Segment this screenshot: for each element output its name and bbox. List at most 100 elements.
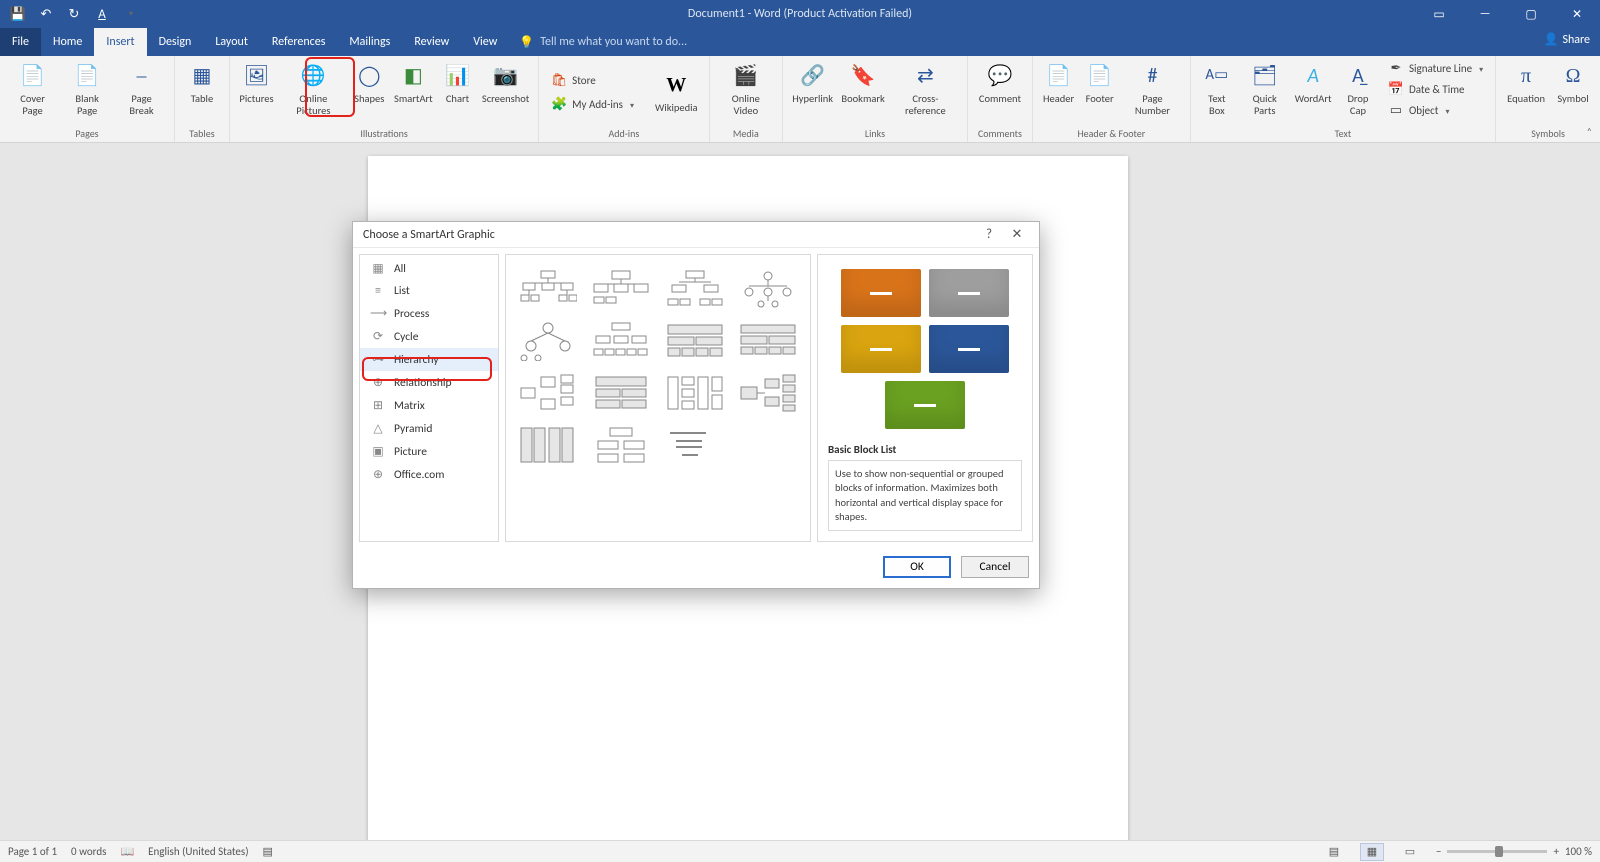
page-number-button[interactable]: #Page Number — [1121, 58, 1184, 120]
view-read-mode[interactable]: ▤ — [1322, 843, 1346, 861]
category-pyramid[interactable]: △Pyramid — [360, 417, 498, 440]
group-comments: 💬Comment Comments — [968, 56, 1033, 142]
minimize-button[interactable]: — — [1462, 0, 1508, 28]
layout-preview: Basic Block List Use to show non-sequent… — [817, 254, 1033, 542]
redo-button[interactable]: ↻ — [62, 2, 86, 26]
tab-review[interactable]: Review — [402, 28, 461, 56]
textbox-button[interactable]: A▭Text Box — [1197, 58, 1237, 120]
shapes-button[interactable]: ◯Shapes — [350, 58, 389, 108]
layout-architecture[interactable] — [590, 425, 654, 465]
chart-button[interactable]: 📊Chart — [438, 58, 477, 108]
maximize-button[interactable]: ▢ — [1508, 0, 1554, 28]
equation-button[interactable]: πEquation — [1502, 58, 1550, 108]
status-language[interactable]: English (United States) — [148, 845, 248, 858]
footer-button[interactable]: 📄Footer — [1080, 58, 1119, 108]
hyperlink-button[interactable]: 🔗Hyperlink — [789, 58, 836, 108]
layout-hierarchy-list[interactable] — [737, 321, 801, 361]
view-web-layout[interactable]: ▭ — [1398, 843, 1422, 861]
tab-design[interactable]: Design — [147, 28, 204, 56]
blank-page-button[interactable]: 📄Blank Page — [61, 58, 113, 120]
proofing-icon[interactable]: 📖 — [120, 845, 134, 858]
layout-half-circle-org-chart[interactable] — [663, 269, 727, 309]
cancel-button[interactable]: Cancel — [961, 556, 1029, 578]
view-print-layout[interactable]: ▦ — [1360, 843, 1384, 861]
online-pictures-button[interactable]: 🌐Online Pictures — [279, 58, 348, 120]
tab-mailings[interactable]: Mailings — [337, 28, 402, 56]
layout-organization-chart[interactable] — [516, 269, 580, 309]
video-icon: 🎬 — [730, 61, 762, 91]
zoom-level[interactable]: 100 % — [1565, 845, 1592, 858]
layout-lined-list[interactable] — [516, 425, 580, 465]
comment-button[interactable]: 💬Comment — [974, 58, 1026, 108]
category-picture[interactable]: ▣Picture — [360, 440, 498, 463]
tab-references[interactable]: References — [260, 28, 338, 56]
symbol-icon: Ω — [1557, 61, 1589, 91]
pictures-button[interactable]: 🖼Pictures — [236, 58, 277, 108]
tab-insert[interactable]: Insert — [94, 28, 146, 56]
layout-table-hierarchy[interactable] — [663, 321, 727, 361]
layout-hierarchy[interactable] — [516, 321, 580, 361]
my-addins-button[interactable]: 🧩My Add-ins — [545, 95, 640, 115]
category-list[interactable]: ≡List — [360, 280, 498, 302]
symbol-button[interactable]: ΩSymbol — [1552, 58, 1594, 108]
online-video-button[interactable]: 🎬Online Video — [716, 58, 776, 120]
smartart-button[interactable]: ◧SmartArt — [391, 58, 436, 108]
zoom-controls: − + 100 % — [1436, 845, 1592, 858]
layout-thumbnails — [505, 254, 811, 542]
quick-parts-button[interactable]: 🗂Quick Parts — [1239, 58, 1290, 120]
category-process[interactable]: ⟶Process — [360, 302, 498, 325]
signature-line-button[interactable]: ✒Signature Line — [1382, 58, 1489, 78]
textbox-icon: A▭ — [1201, 61, 1233, 91]
tab-layout[interactable]: Layout — [203, 28, 260, 56]
category-all[interactable]: ▦All — [360, 257, 498, 280]
status-words[interactable]: 0 words — [71, 845, 106, 858]
layout-horizontal-org-chart[interactable] — [590, 373, 654, 413]
layout-text-hierarchy[interactable] — [663, 425, 727, 465]
header-button[interactable]: 📄Header — [1039, 58, 1078, 108]
table-button[interactable]: ▦Table — [181, 58, 223, 108]
tell-me-search[interactable]: 💡 Tell me what you want to do... — [509, 28, 697, 56]
share-button[interactable]: 👤 Share — [1543, 32, 1590, 47]
category-hierarchy[interactable]: ⊶Hierarchy — [360, 348, 498, 371]
tab-home[interactable]: Home — [41, 28, 94, 56]
status-page[interactable]: Page 1 of 1 — [8, 845, 57, 858]
cover-page-button[interactable]: 📄Cover Page — [6, 58, 59, 120]
ok-button[interactable]: OK — [883, 556, 951, 578]
macro-icon[interactable]: ▤ — [263, 845, 273, 858]
dialog-close-button[interactable]: ✕ — [1003, 223, 1031, 247]
collapse-ribbon-button[interactable]: ˄ — [1587, 125, 1592, 138]
text-highlight-button[interactable]: A — [90, 2, 114, 26]
layout-labeled-hierarchy[interactable] — [590, 321, 654, 361]
wikipedia-button[interactable]: WWikipedia — [650, 67, 703, 117]
dropcap-button[interactable]: A̲Drop Cap — [1336, 58, 1380, 120]
dialog-titlebar[interactable]: Choose a SmartArt Graphic ? ✕ — [353, 222, 1039, 248]
wordart-button[interactable]: AWordArt — [1292, 58, 1334, 108]
qat-customize-button[interactable] — [118, 2, 142, 26]
zoom-slider[interactable] — [1447, 850, 1547, 853]
category-officecom[interactable]: ⊕Office.com — [360, 463, 498, 486]
tab-file[interactable]: File — [0, 28, 41, 56]
save-button[interactable]: 💾 — [6, 2, 30, 26]
layout-horizontal-hierarchy[interactable] — [516, 373, 580, 413]
category-cycle[interactable]: ⟳Cycle — [360, 325, 498, 348]
category-matrix[interactable]: ⊞Matrix — [360, 394, 498, 417]
tab-view[interactable]: View — [461, 28, 509, 56]
layout-circle-picture-hierarchy[interactable] — [737, 269, 801, 309]
dialog-help-button[interactable]: ? — [975, 223, 1003, 247]
object-button[interactable]: ▭Object — [1382, 100, 1489, 120]
page-break-button[interactable]: ⎯Page Break — [115, 58, 168, 120]
zoom-out-button[interactable]: − — [1436, 845, 1441, 858]
category-relationship[interactable]: ⊕Relationship — [360, 371, 498, 394]
zoom-in-button[interactable]: + — [1553, 845, 1558, 858]
store-button[interactable]: 🛍Store — [545, 71, 640, 91]
bookmark-button[interactable]: 🔖Bookmark — [838, 58, 888, 108]
close-button[interactable]: ✕ — [1554, 0, 1600, 28]
layout-horizontal-multi-level[interactable] — [663, 373, 727, 413]
undo-button[interactable]: ↶ — [34, 2, 58, 26]
cross-reference-button[interactable]: ⇄Cross-reference — [890, 58, 961, 120]
layout-name-title-org-chart[interactable] — [590, 269, 654, 309]
screenshot-button[interactable]: 📷Screenshot — [479, 58, 532, 108]
layout-horizontal-labeled-hierarchy[interactable] — [737, 373, 801, 413]
ribbon-display-options-button[interactable]: ▭ — [1416, 0, 1462, 28]
date-time-button[interactable]: 📅Date & Time — [1382, 79, 1489, 99]
